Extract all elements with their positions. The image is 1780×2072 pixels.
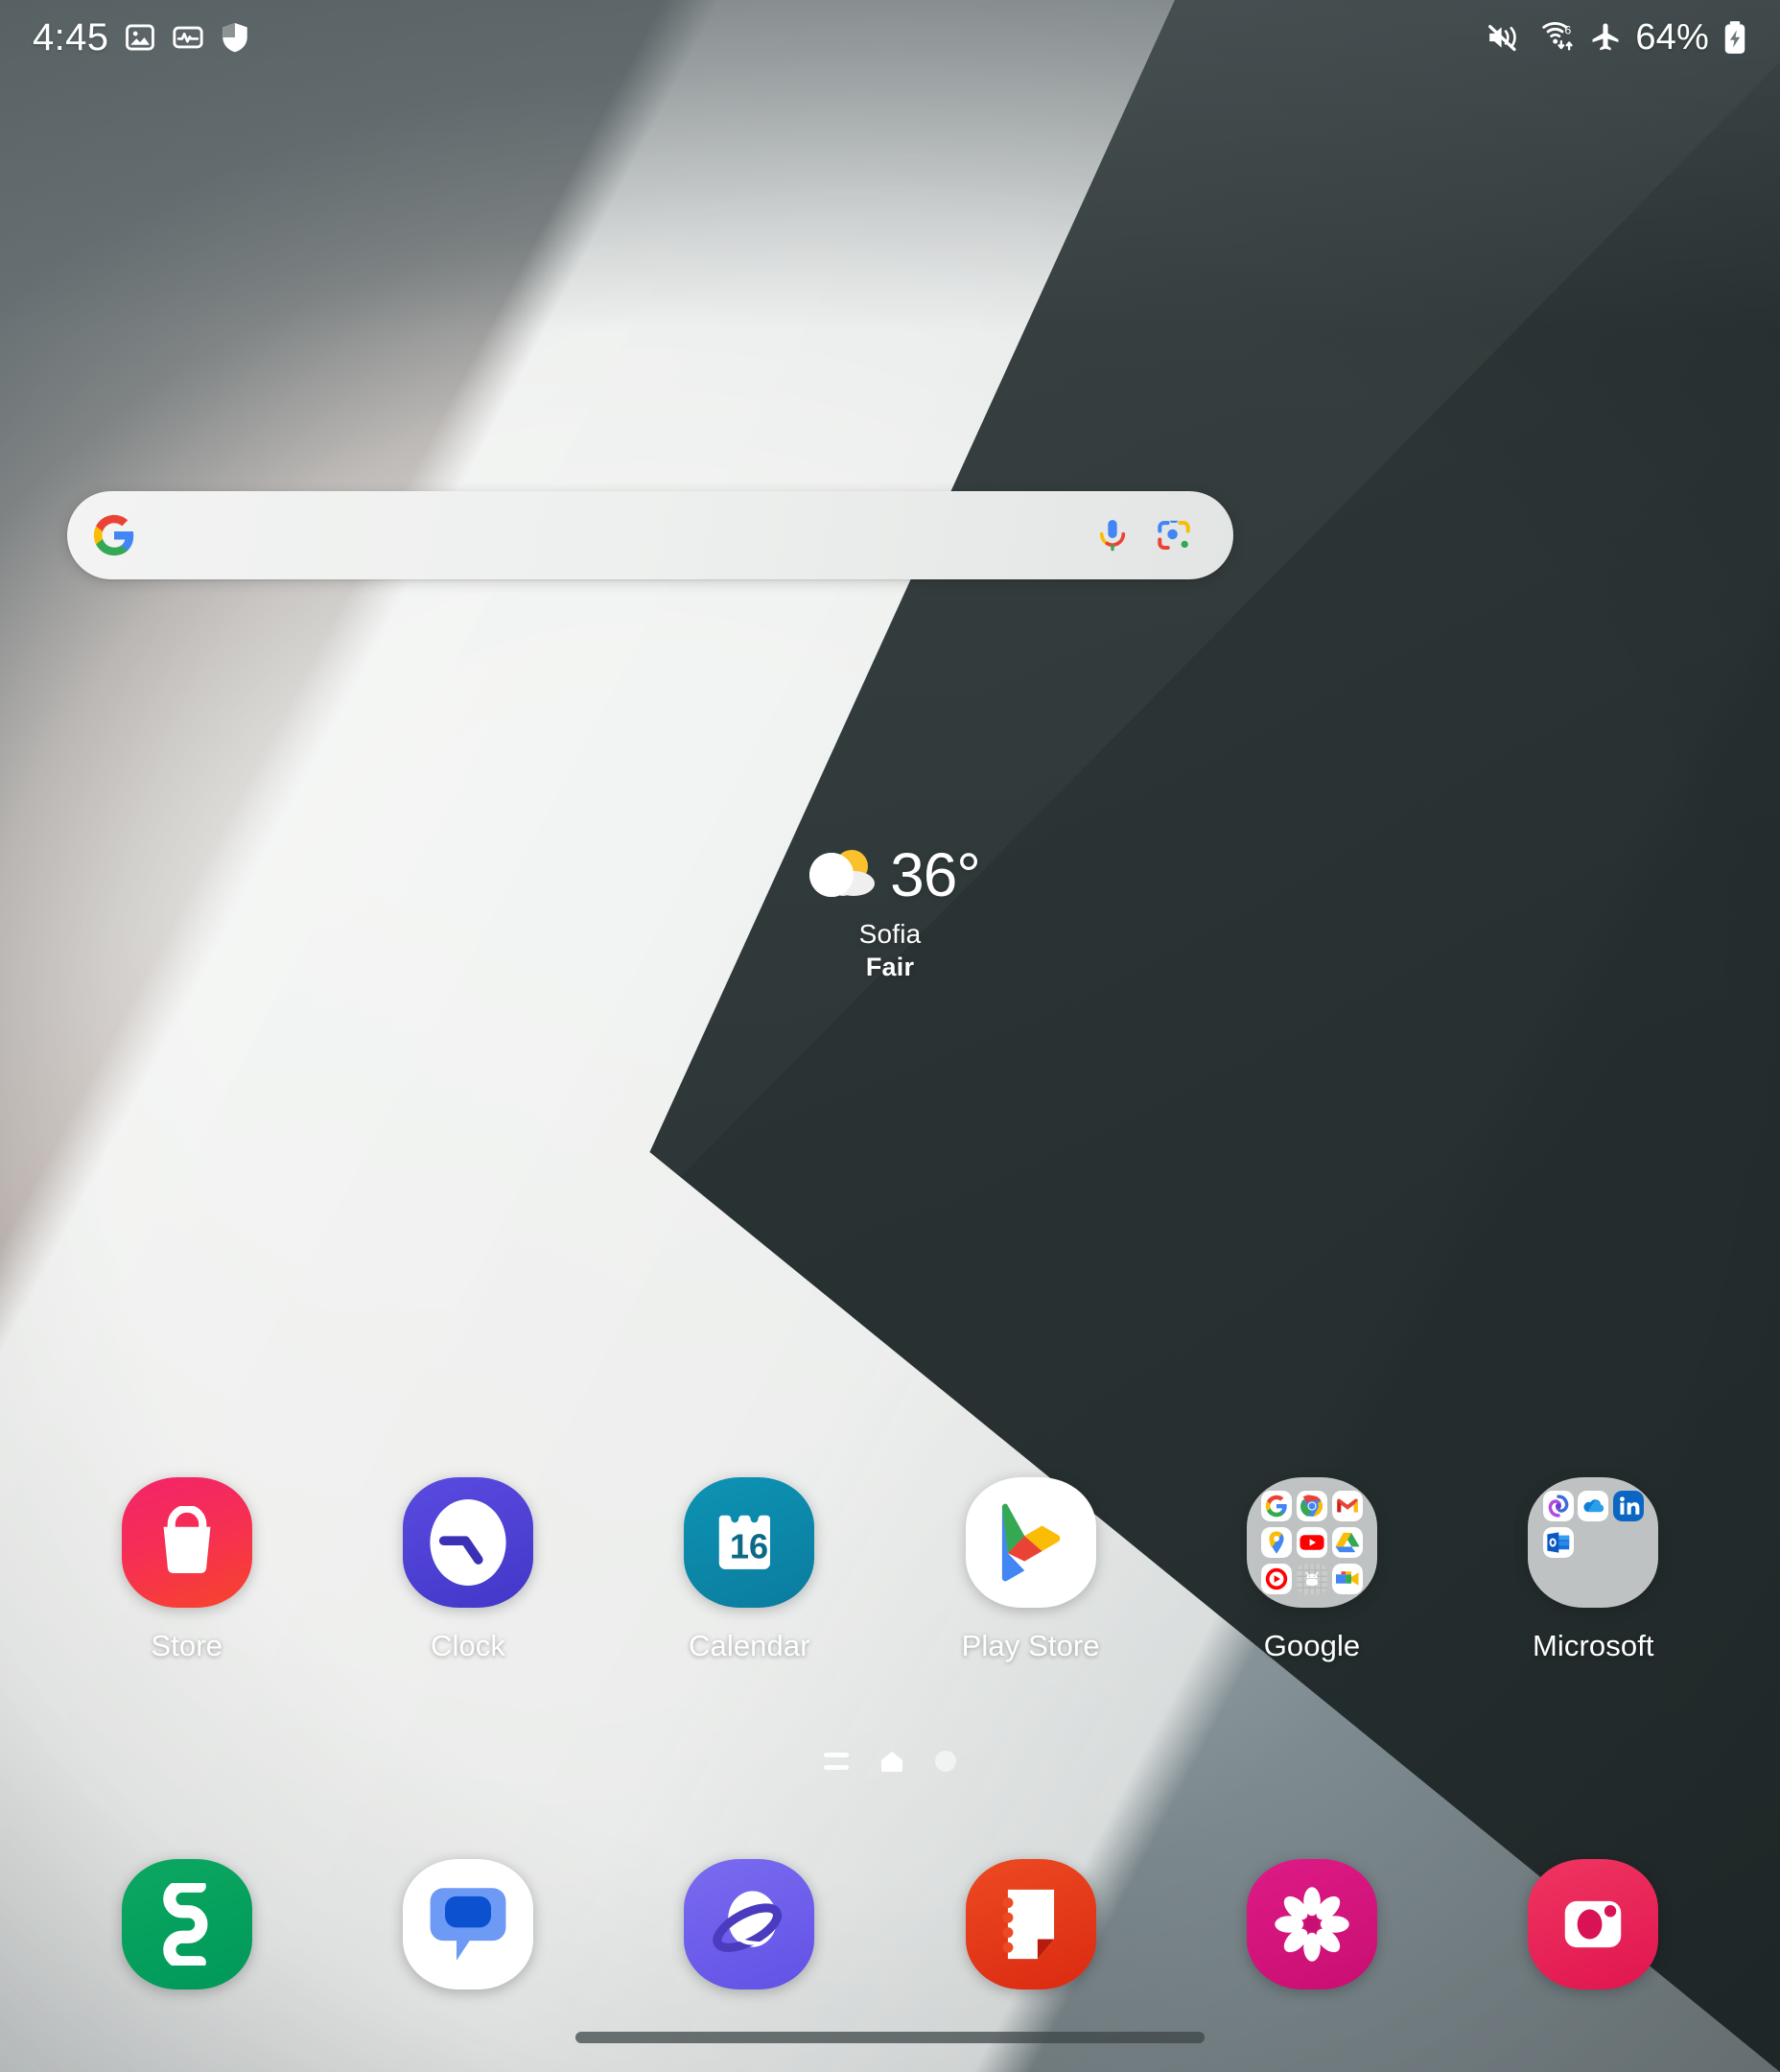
app-grid: Store Clock 16 Calendar Play Store Googl… xyxy=(0,1477,1780,1663)
app-play-store[interactable]: Play Store xyxy=(890,1477,1171,1663)
dock-app-notes[interactable] xyxy=(890,1859,1171,1990)
folder-microsoft[interactable]: Microsoft xyxy=(1453,1477,1734,1663)
camera-icon xyxy=(1528,1859,1659,1990)
folder-app-drive[interactable] xyxy=(1331,1526,1363,1559)
folder-app-youtube[interactable] xyxy=(1296,1526,1328,1559)
weather-main-row: 36° xyxy=(800,840,981,909)
gallery-icon xyxy=(1246,1859,1377,1990)
messages-icon xyxy=(402,1859,533,1990)
google-search-bar[interactable] xyxy=(67,491,1233,579)
clock-icon xyxy=(402,1477,533,1608)
folder-app-meet[interactable] xyxy=(1331,1563,1363,1595)
google-g-icon xyxy=(92,513,136,557)
gesture-handle[interactable] xyxy=(575,2032,1205,2043)
internet-icon xyxy=(684,1859,815,1990)
app-clock[interactable]: Clock xyxy=(327,1477,608,1663)
microphone-icon[interactable] xyxy=(1082,505,1143,566)
status-bar-left: 4:45 xyxy=(33,16,250,59)
status-bar-right: 6 64% xyxy=(1486,17,1747,59)
folder-app-google-search[interactable] xyxy=(1261,1490,1293,1522)
health-monitor-icon xyxy=(173,26,204,49)
dock-app-phone[interactable] xyxy=(46,1859,327,1990)
dock-app-internet[interactable] xyxy=(609,1859,890,1990)
app-label: Clock xyxy=(430,1629,505,1662)
phone-icon xyxy=(121,1859,252,1990)
app-calendar[interactable]: 16 Calendar xyxy=(609,1477,890,1663)
status-bar-clock: 4:45 xyxy=(33,15,109,59)
page-dot-2[interactable] xyxy=(935,1751,956,1772)
folder-google[interactable]: Google xyxy=(1171,1477,1452,1663)
app-label: Calendar xyxy=(689,1629,810,1662)
folder-app-copilot[interactable] xyxy=(1542,1490,1574,1522)
notes-icon xyxy=(965,1859,1096,1990)
app-label: Play Store xyxy=(961,1629,1100,1662)
battery-charging-icon xyxy=(1724,21,1745,54)
battery-percentage: 64% xyxy=(1635,16,1709,58)
folder-app-outlook[interactable] xyxy=(1542,1526,1574,1559)
security-shield-icon xyxy=(222,22,248,53)
calendar-day: 16 xyxy=(730,1526,768,1566)
folder-app-youtube-music[interactable] xyxy=(1261,1563,1293,1595)
app-list-icon[interactable] xyxy=(824,1753,849,1770)
weather-temperature: 36° xyxy=(890,840,981,909)
app-label: Store xyxy=(151,1629,222,1662)
google-lens-icon[interactable] xyxy=(1143,505,1205,566)
dock xyxy=(0,1859,1780,1990)
folder-app-onedrive[interactable] xyxy=(1578,1490,1609,1522)
home-icon[interactable] xyxy=(879,1750,904,1773)
galaxy-store-icon xyxy=(121,1477,252,1608)
svg-text:6: 6 xyxy=(1565,24,1572,37)
weather-condition: Fair xyxy=(865,953,915,981)
app-label: Google xyxy=(1263,1629,1361,1662)
folder-app-linkedin[interactable] xyxy=(1612,1490,1645,1522)
photos-icon xyxy=(126,24,155,51)
app-label: Microsoft xyxy=(1533,1629,1654,1662)
calendar-icon: 16 xyxy=(684,1477,815,1608)
folder-app-maps[interactable] xyxy=(1261,1526,1293,1559)
dock-app-camera[interactable] xyxy=(1453,1859,1734,1990)
navigation-bar xyxy=(0,2003,1780,2072)
folder-app-chrome[interactable] xyxy=(1296,1490,1328,1522)
wifi-6-icon: 6 xyxy=(1542,21,1573,51)
play-store-icon xyxy=(965,1477,1096,1608)
dock-app-gallery[interactable] xyxy=(1171,1859,1452,1990)
google-folder-icon xyxy=(1246,1477,1377,1608)
mute-vibrate-icon xyxy=(1488,24,1517,52)
airplane-mode-icon xyxy=(1592,23,1619,51)
app-store[interactable]: Store xyxy=(46,1477,327,1663)
weather-widget[interactable]: 36° Sofia Fair xyxy=(0,844,1780,982)
folder-app-play-games[interactable] xyxy=(1296,1563,1328,1595)
search-input[interactable] xyxy=(136,491,1082,579)
partly-cloudy-icon xyxy=(800,845,882,905)
dock-app-messages[interactable] xyxy=(327,1859,608,1990)
page-indicator xyxy=(0,1750,1780,1773)
microsoft-folder-icon xyxy=(1528,1477,1659,1608)
weather-city: Sofia xyxy=(858,919,922,949)
status-bar[interactable]: 4:45 6 64% xyxy=(0,0,1780,75)
folder-app-gmail[interactable] xyxy=(1331,1490,1363,1522)
